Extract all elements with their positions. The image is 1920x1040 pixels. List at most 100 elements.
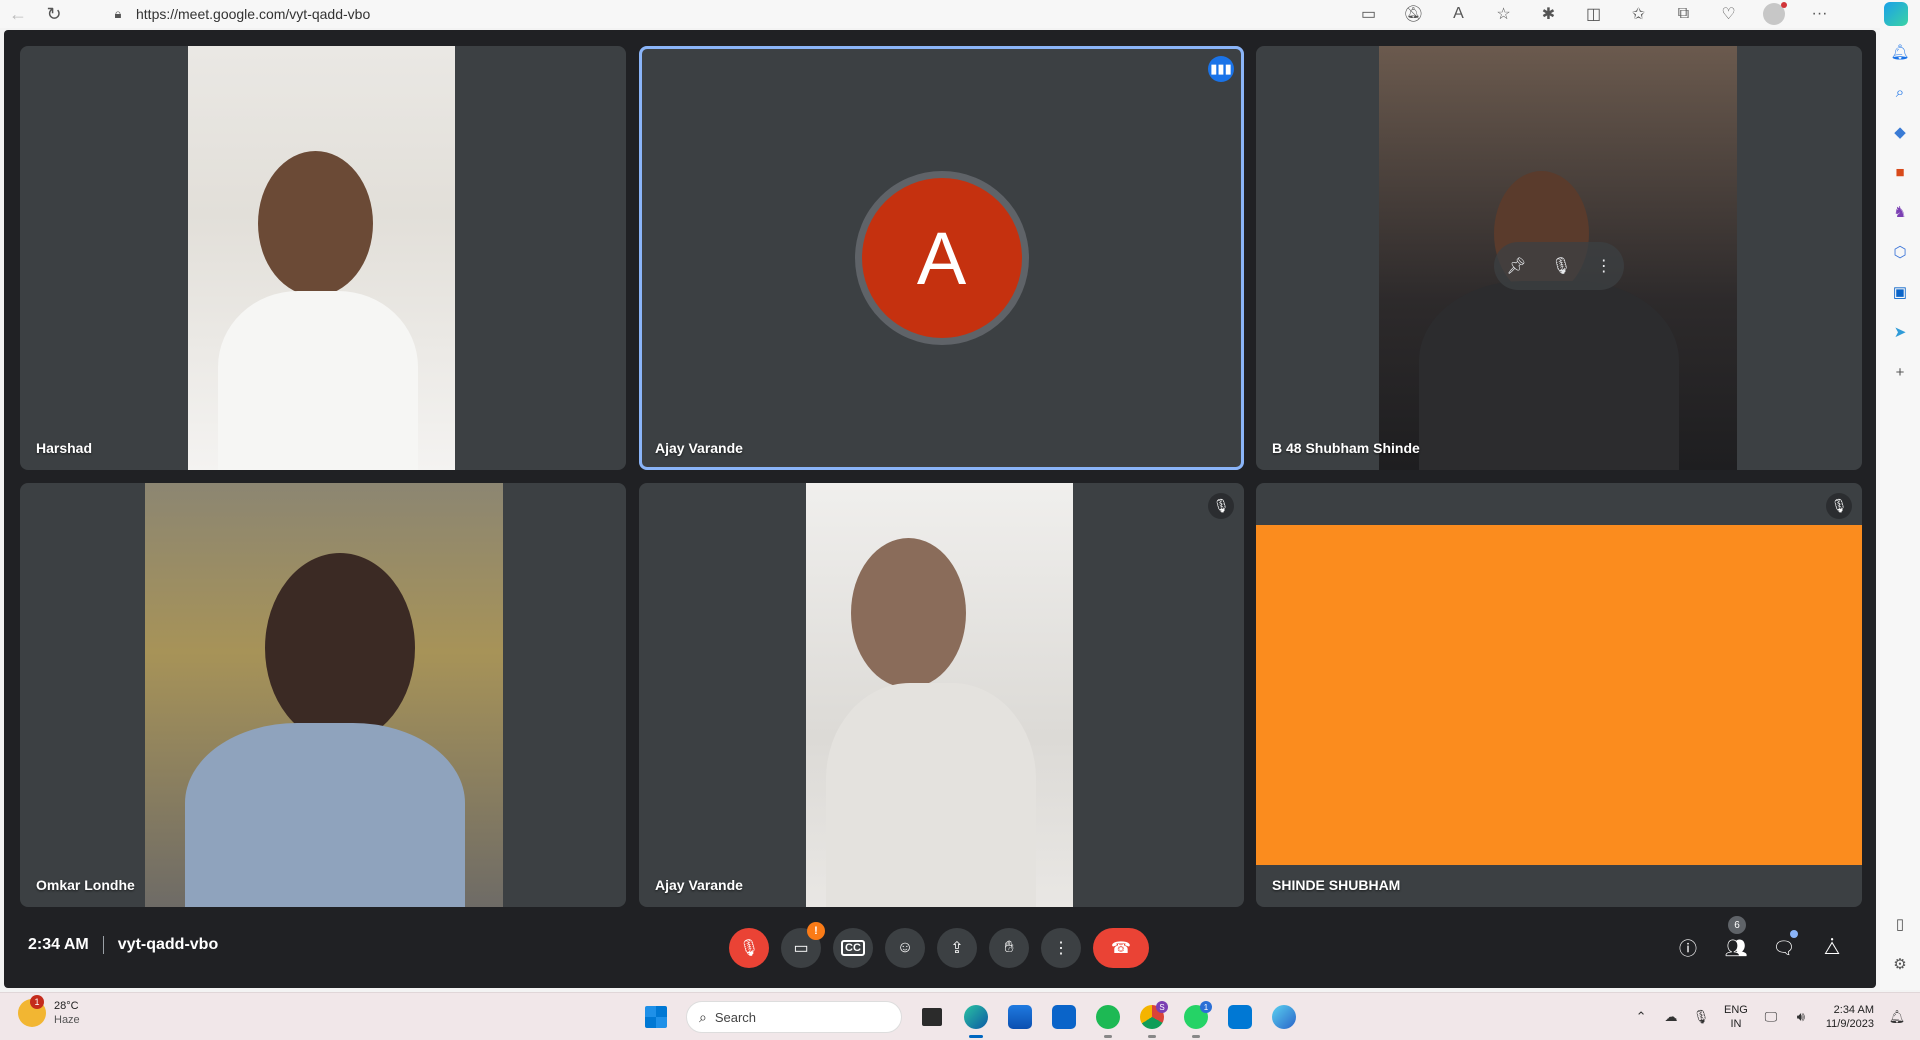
participant-tile[interactable]: 📌︎ 🎙︎ ⋮ B 48 Shubham Shinde bbox=[1256, 46, 1862, 470]
whatsapp-app[interactable]: 1 bbox=[1174, 999, 1218, 1038]
avatar-letter: A bbox=[861, 178, 1022, 338]
url-text: https://meet.google.com/vyt-qadd-vbo bbox=[136, 6, 371, 22]
windows-taskbar: 1 28°C Haze ⌕ Search S 1 ⌃ ☁ 🎙︎ ENG IN 🖵… bbox=[0, 992, 1920, 1040]
task-view-button[interactable] bbox=[910, 999, 954, 1035]
copilot-icon[interactable] bbox=[1884, 2, 1908, 26]
refresh-button[interactable]: ↻ bbox=[36, 0, 72, 28]
volume-icon[interactable]: 🔊︎ bbox=[1786, 1002, 1816, 1032]
meeting-info: 2:34 AM vyt-qadd-vbo bbox=[28, 936, 218, 954]
region-code: IN bbox=[1730, 1018, 1742, 1030]
onedrive-icon[interactable]: ☁ bbox=[1656, 1002, 1686, 1032]
windows-logo-icon bbox=[645, 1006, 667, 1028]
network-icon[interactable]: 🖵︎ bbox=[1756, 1002, 1786, 1032]
more-options-button[interactable]: ⋮ bbox=[1041, 928, 1081, 968]
chat-notification-dot bbox=[1790, 930, 1798, 938]
participant-tile[interactable]: Omkar Londhe bbox=[20, 483, 626, 907]
edge-app[interactable] bbox=[954, 999, 998, 1038]
more-options-icon[interactable]: ⋮ bbox=[1596, 256, 1612, 276]
raise-hand-button[interactable]: ✋︎ bbox=[989, 928, 1029, 968]
drop-icon[interactable]: ➤ bbox=[1880, 312, 1920, 352]
meeting-details-button[interactable]: ⓘ bbox=[1664, 930, 1712, 966]
participant-tile[interactable]: Harshad bbox=[20, 46, 626, 470]
lock-icon: 🔒︎ bbox=[114, 6, 122, 21]
read-aloud-icon[interactable]: A bbox=[1436, 0, 1481, 28]
microsoft-365-icon[interactable]: ⬡ bbox=[1880, 232, 1920, 272]
notifications-off-icon[interactable]: 🔕︎ bbox=[1391, 0, 1436, 28]
weather-desc: Haze bbox=[54, 1014, 80, 1026]
store-app[interactable] bbox=[998, 999, 1042, 1035]
camera-toggle-button[interactable]: ▭ ! bbox=[781, 922, 825, 968]
people-count-badge: 6 bbox=[1728, 916, 1746, 934]
hand-icon: ✋︎ bbox=[1004, 939, 1014, 956]
taskbar-search[interactable]: ⌕ Search bbox=[686, 1001, 902, 1033]
browser-extensions: ▭ 🔕︎ A ☆ ✱ ◫ ✩ ⧉ ♡ ··· bbox=[1346, 0, 1842, 28]
present-screen-button[interactable]: ⇪ bbox=[937, 928, 977, 968]
participant-tile[interactable]: 🎙︎ SHINDE SHUBHAM bbox=[1256, 483, 1862, 907]
extensions-icon[interactable]: ✱ bbox=[1526, 0, 1571, 28]
shopping-icon[interactable]: ◆ bbox=[1880, 112, 1920, 152]
task-view-icon bbox=[922, 1008, 942, 1026]
captions-button[interactable]: CC bbox=[833, 928, 873, 968]
profile-avatar[interactable] bbox=[1763, 2, 1787, 25]
mic-off-icon: 🎙︎ bbox=[1208, 493, 1234, 519]
weather-widget[interactable]: 1 28°C Haze bbox=[18, 995, 80, 1027]
running-indicator bbox=[1192, 1035, 1200, 1038]
meeting-code: vyt-qadd-vbo bbox=[117, 936, 219, 953]
microphone-toggle-button[interactable]: 🎙︎ bbox=[729, 928, 769, 968]
participant-name: Ajay Varande bbox=[655, 877, 743, 893]
people-button[interactable]: 👥︎ 6 bbox=[1712, 916, 1760, 966]
more-menu-icon[interactable]: ··· bbox=[1797, 0, 1842, 28]
favorites-icon[interactable]: ✩ bbox=[1616, 0, 1661, 28]
vscode-icon bbox=[1228, 1005, 1252, 1029]
bell-icon[interactable]: 🔔︎ bbox=[1880, 32, 1920, 72]
mute-participant-icon[interactable]: 🎙︎ bbox=[1551, 256, 1571, 276]
more-vert-icon: ⋮ bbox=[1053, 940, 1069, 957]
favorite-star-icon[interactable]: ☆ bbox=[1481, 0, 1526, 28]
camera-in-use-icon[interactable]: ▭ bbox=[1346, 0, 1391, 28]
speaking-indicator-icon: ▮▮▮ bbox=[1208, 56, 1234, 82]
games-icon[interactable]: ♞ bbox=[1880, 192, 1920, 232]
notification-icon[interactable]: 🔔︎ bbox=[1882, 1002, 1912, 1032]
chrome-app[interactable]: S bbox=[1130, 999, 1174, 1038]
participant-tile[interactable]: ▮▮▮ A Ajay Varande bbox=[639, 46, 1244, 470]
tile-hover-controls: 📌︎ 🎙︎ ⋮ bbox=[1494, 242, 1624, 290]
leave-call-button[interactable]: ☎︎ bbox=[1093, 928, 1149, 968]
active-indicator bbox=[969, 1035, 983, 1038]
pin-icon[interactable]: 📌︎ bbox=[1506, 256, 1526, 276]
camera-icon: ▭ bbox=[793, 940, 809, 957]
mail-app[interactable] bbox=[1042, 999, 1086, 1035]
participant-tile[interactable]: 🎙︎ Ajay Varande bbox=[639, 483, 1244, 907]
sidebar-panel-icon[interactable]: ▯ bbox=[1880, 904, 1920, 944]
search-icon[interactable]: ⌕ bbox=[1880, 72, 1920, 112]
settings-gear-icon[interactable]: ⚙ bbox=[1880, 944, 1920, 984]
collections-icon[interactable]: ⧉ bbox=[1661, 0, 1706, 28]
emoji-reaction-button[interactable]: ☺ bbox=[885, 928, 925, 968]
spotify-app[interactable] bbox=[1086, 999, 1130, 1038]
language-indicator[interactable]: ENG IN bbox=[1724, 1003, 1748, 1031]
split-screen-icon[interactable]: ◫ bbox=[1571, 0, 1616, 28]
meet-window: Harshad ▮▮▮ A Ajay Varande 📌︎ 🎙︎ ⋮ B 48 … bbox=[4, 30, 1876, 988]
start-button[interactable] bbox=[634, 999, 678, 1035]
vscode-app[interactable] bbox=[1218, 999, 1262, 1035]
search-icon: ⌕ bbox=[699, 1008, 707, 1025]
weather-icon: 1 bbox=[18, 995, 46, 1027]
outlook-icon[interactable]: ▣ bbox=[1880, 272, 1920, 312]
back-button[interactable]: ← bbox=[0, 0, 36, 28]
microphone-icon[interactable]: 🎙︎ bbox=[1686, 1002, 1716, 1032]
tools-icon[interactable]: ■ bbox=[1880, 152, 1920, 192]
chat-button[interactable]: 🗨︎ bbox=[1760, 930, 1808, 966]
address-bar[interactable]: 🔒︎ https://meet.google.com/vyt-qadd-vbo bbox=[110, 2, 1400, 26]
call-controls: 🎙︎ ▭ ! CC ☺ ⇪ ✋︎ ⋮ ☎︎ bbox=[729, 922, 1161, 968]
taskbar-apps: ⌕ Search S 1 bbox=[634, 999, 1306, 1038]
mic-off-icon: 🎙︎ bbox=[1826, 493, 1852, 519]
clock[interactable]: 2:34 AM 11/9/2023 bbox=[1826, 1003, 1874, 1031]
participant-video bbox=[188, 46, 455, 470]
participant-video bbox=[145, 483, 503, 907]
chat-icon: 🗨︎ bbox=[1772, 937, 1796, 958]
browser-essentials-icon[interactable]: ♡ bbox=[1706, 0, 1751, 28]
participant-video bbox=[806, 483, 1073, 907]
activities-button[interactable]: ⧊ bbox=[1808, 930, 1856, 966]
chevron-up-icon[interactable]: ⌃ bbox=[1626, 1002, 1656, 1032]
add-icon[interactable]: + bbox=[1880, 352, 1920, 392]
edge-beta-app[interactable] bbox=[1262, 999, 1306, 1035]
